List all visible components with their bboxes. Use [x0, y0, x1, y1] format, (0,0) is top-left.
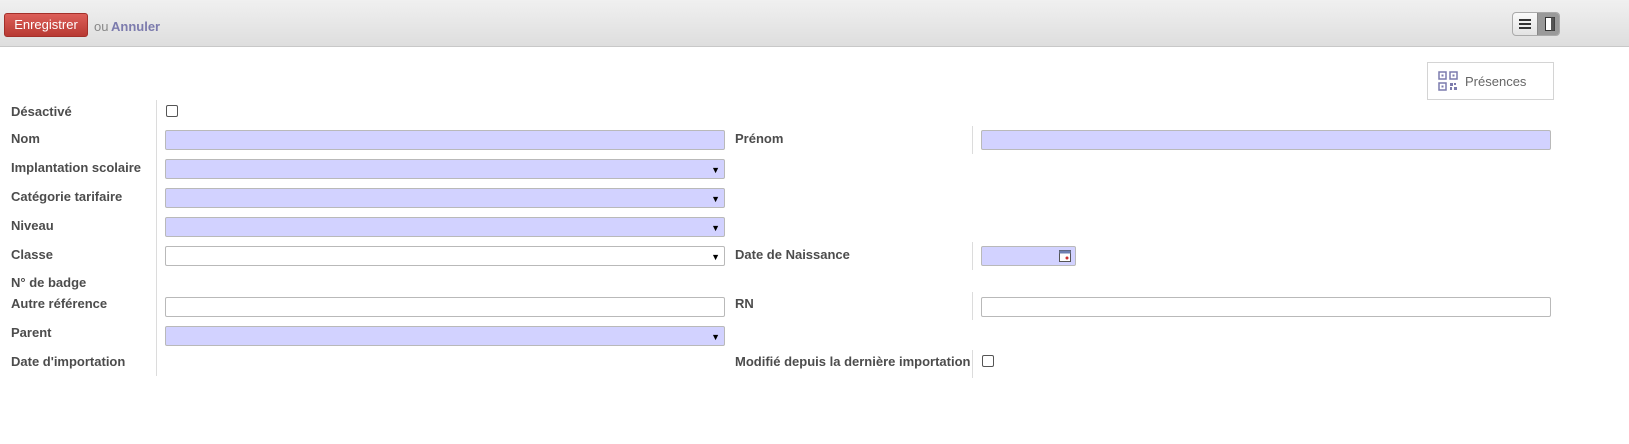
- categorie-tarifaire-select[interactable]: ▼: [165, 188, 725, 208]
- dropdown-arrow-icon: ▼: [711, 223, 720, 233]
- label-nom: Nom: [11, 131, 40, 146]
- label-autre-reference: Autre référence: [11, 296, 108, 311]
- label-categorie-tarifaire: Catégorie tarifaire: [11, 189, 123, 204]
- list-view-button[interactable]: [1513, 13, 1537, 35]
- or-text: ou: [94, 19, 109, 34]
- label-implantation-scolaire: Implantation scolaire: [11, 160, 142, 175]
- qr-code-icon: [1438, 71, 1458, 91]
- date-naissance-field[interactable]: [981, 246, 1076, 266]
- rn-field[interactable]: [981, 297, 1551, 317]
- implantation-scolaire-select[interactable]: ▼: [165, 159, 725, 179]
- list-icon: [1519, 19, 1531, 29]
- cancel-link[interactable]: Annuler: [111, 19, 160, 34]
- left-column-separator: [156, 100, 157, 376]
- presences-label: Présences: [1465, 73, 1527, 89]
- dropdown-arrow-icon: ▼: [711, 332, 720, 342]
- classe-select[interactable]: ▼: [165, 246, 725, 266]
- label-date-importation: Date d'importation: [11, 354, 126, 369]
- dropdown-arrow-icon: ▼: [711, 165, 720, 175]
- prenom-field[interactable]: [981, 130, 1551, 150]
- form-view-button[interactable]: [1537, 13, 1559, 35]
- form-toolbar: Enregistrer ou Annuler: [0, 0, 1629, 47]
- label-classe: Classe: [11, 247, 53, 262]
- nom-field[interactable]: [165, 130, 725, 150]
- label-rn: RN: [735, 296, 754, 311]
- label-modifie-depuis-importation: Modifié depuis la dernière importation: [735, 354, 971, 369]
- label-date-naissance: Date de Naissance: [735, 247, 850, 262]
- dropdown-arrow-icon: ▼: [711, 252, 720, 262]
- label-desactive: Désactivé: [11, 104, 72, 119]
- dropdown-arrow-icon: ▼: [711, 194, 720, 204]
- save-button[interactable]: Enregistrer: [4, 13, 88, 37]
- desactive-checkbox[interactable]: [166, 105, 178, 117]
- separator-modifie: [972, 350, 973, 378]
- separator-prenom: [972, 126, 973, 154]
- presences-button[interactable]: Présences: [1427, 62, 1554, 100]
- separator-naissance: [972, 242, 973, 270]
- parent-select[interactable]: ▼: [165, 326, 725, 346]
- label-niveau: Niveau: [11, 218, 54, 233]
- calendar-icon[interactable]: [1059, 250, 1071, 262]
- separator-rn: [972, 292, 973, 320]
- form-icon: [1544, 17, 1555, 31]
- view-switcher: [1512, 12, 1560, 36]
- label-numero-badge: N° de badge: [11, 275, 87, 290]
- autre-reference-field[interactable]: [165, 297, 725, 317]
- niveau-select[interactable]: ▼: [165, 217, 725, 237]
- label-prenom: Prénom: [735, 131, 784, 146]
- modifie-depuis-importation-checkbox[interactable]: [982, 355, 994, 367]
- label-parent: Parent: [11, 325, 52, 340]
